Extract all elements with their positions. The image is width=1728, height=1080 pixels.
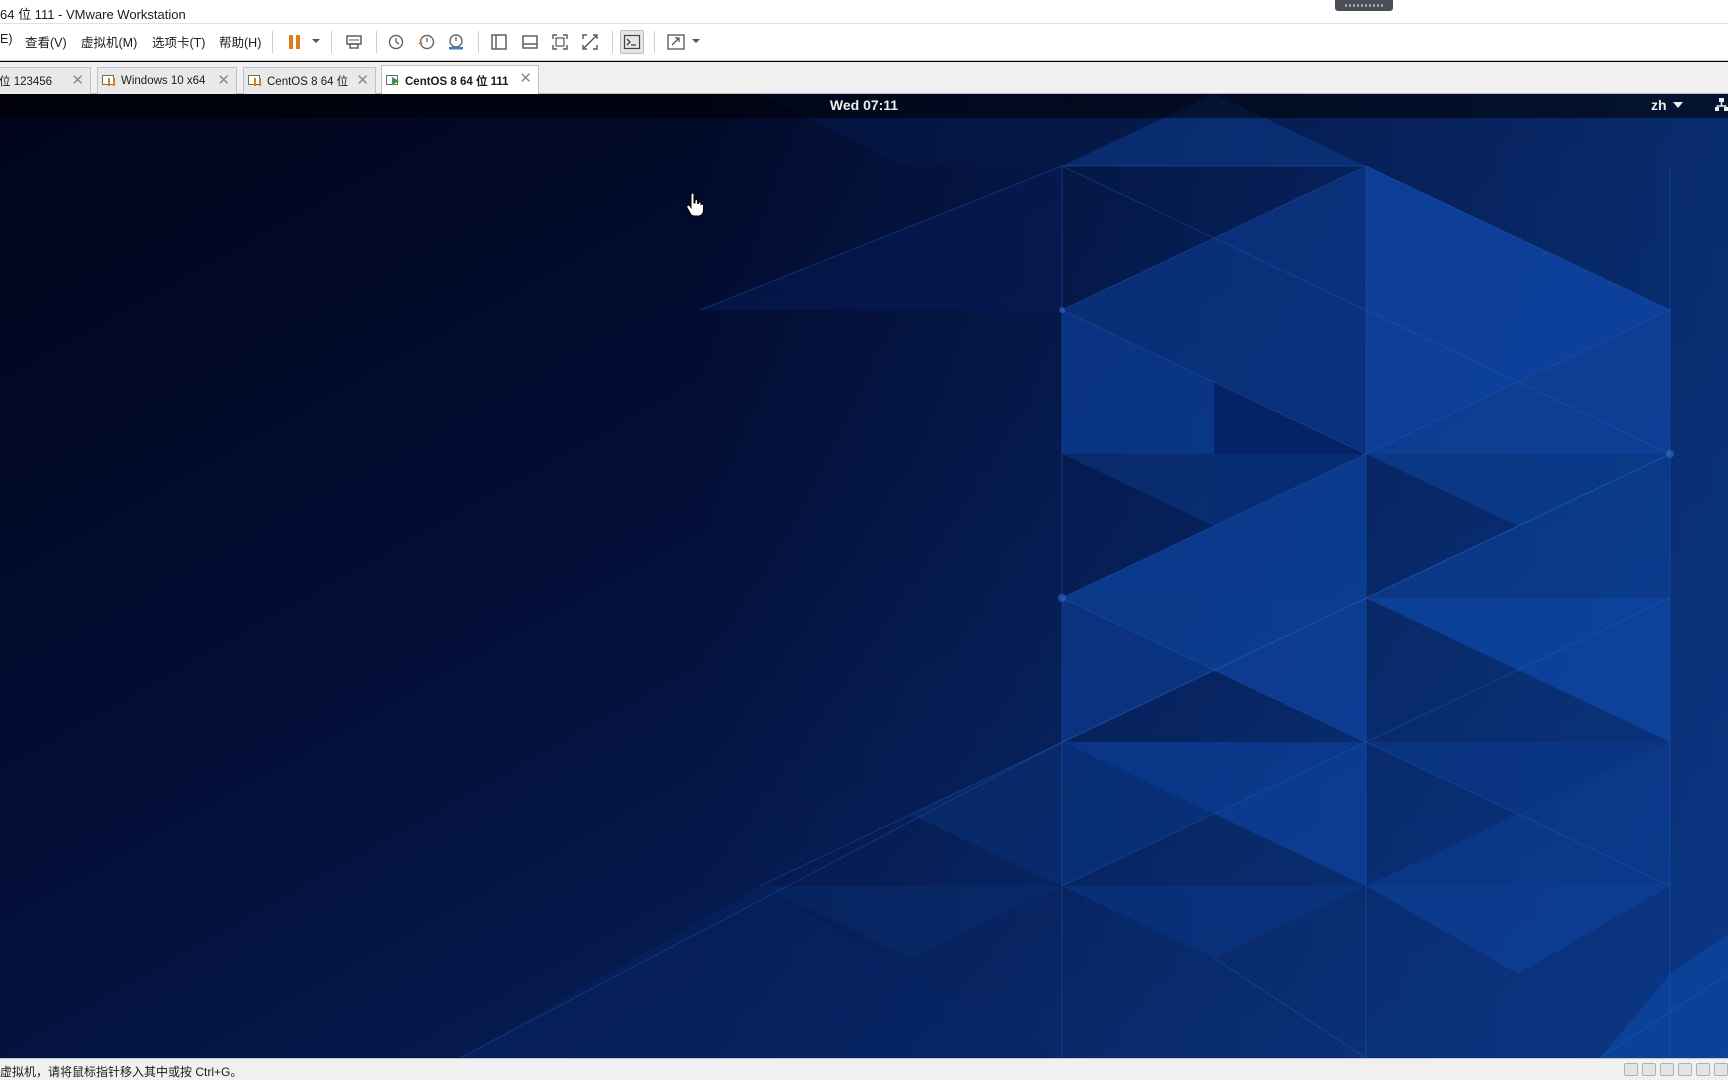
network-adapter-icon[interactable]	[1678, 1063, 1692, 1076]
close-icon[interactable]: ✕	[217, 72, 230, 90]
chevron-down-icon	[1672, 102, 1683, 108]
tab-label: Windows 10 x64	[121, 75, 206, 87]
tab-vm-123456[interactable]: 位 123456 ✕	[0, 67, 91, 94]
display-icon[interactable]	[1714, 1063, 1728, 1076]
toolbar-separator	[376, 31, 377, 53]
tab-windows-10-x64[interactable]: Windows 10 x64 ✕	[97, 67, 237, 94]
tab-label: 位 123456	[0, 76, 53, 88]
title-bar: 64 位 111 - VMware Workstation	[0, 0, 1728, 24]
hard-disk-icon[interactable]	[1624, 1063, 1638, 1076]
device-status-icons	[1624, 1063, 1728, 1076]
unity-icon[interactable]	[578, 30, 602, 54]
snapshot-icon[interactable]	[384, 30, 408, 54]
send-ctrl-alt-del-icon[interactable]	[342, 30, 366, 54]
close-icon[interactable]: ✕	[519, 70, 532, 88]
status-bar: 虚拟机，请将鼠标指针移入其中或按 Ctrl+G。	[0, 1058, 1728, 1080]
network-icon[interactable]	[1715, 98, 1728, 112]
centos-wallpaper	[0, 94, 1728, 1058]
fullscreen-toolbar-indicator[interactable]	[1335, 0, 1393, 11]
revert-snapshot-icon[interactable]	[414, 30, 438, 54]
floppy-icon[interactable]	[1660, 1063, 1674, 1076]
cd-rom-icon[interactable]	[1642, 1063, 1656, 1076]
toolbar-separator	[612, 31, 613, 53]
window-title: 64 位 111 - VMware Workstation	[0, 7, 186, 22]
menu-view[interactable]: 查看(V)	[25, 32, 67, 51]
tab-label: CentOS 8 64 位	[267, 76, 349, 88]
close-icon[interactable]: ✕	[71, 72, 84, 90]
pause-icon[interactable]	[283, 30, 307, 54]
tab-centos-8-64-111[interactable]: CentOS 8 64 位 111 ✕	[381, 65, 539, 95]
tab-centos-8-64[interactable]: CentOS 8 64 位 ✕	[243, 67, 376, 94]
menu-vm[interactable]: 虚拟机(M)	[81, 32, 137, 51]
toolbar-separator	[478, 31, 479, 53]
clock[interactable]: Wed 07:11	[0, 97, 1728, 113]
menu-toolbar: E) 查看(V) 虚拟机(M) 选项卡(T) 帮助(H)	[0, 24, 1728, 61]
gnome-top-bar: Wed 07:11 zh	[0, 94, 1728, 118]
stretch-dropdown-arrow-icon[interactable]	[692, 39, 700, 43]
vm-running-icon	[386, 74, 400, 87]
library-icon[interactable]	[487, 30, 511, 54]
full-screen-icon[interactable]	[548, 30, 572, 54]
menu-tabs[interactable]: 选项卡(T)	[152, 32, 205, 51]
console-view-icon[interactable]	[620, 30, 644, 54]
power-dropdown-arrow-icon[interactable]	[312, 39, 320, 43]
hand-cursor-icon	[686, 193, 704, 217]
status-message: 虚拟机，请将鼠标指针移入其中或按 Ctrl+G。	[0, 1065, 243, 1079]
vm-paused-icon	[102, 75, 116, 87]
snapshot-manager-icon[interactable]	[444, 30, 468, 54]
vm-tab-bar: 位 123456 ✕ Windows 10 x64 ✕ CentOS 8 64 …	[0, 62, 1728, 95]
toolbar-separator	[272, 31, 273, 53]
vm-paused-icon	[248, 75, 262, 87]
language-label: zh	[1651, 97, 1667, 113]
toolbar-separator	[654, 31, 655, 53]
usb-icon[interactable]	[1696, 1063, 1710, 1076]
vm-guest-display[interactable]: Wed 07:11 zh	[0, 94, 1728, 1058]
toolbar-separator	[331, 31, 332, 53]
stretch-icon[interactable]	[664, 30, 688, 54]
menu-help[interactable]: 帮助(H)	[219, 32, 261, 51]
input-language-selector[interactable]: zh	[1651, 97, 1683, 113]
menu-file[interactable]: E)	[0, 32, 13, 46]
thumbnail-bar-icon[interactable]	[518, 30, 542, 54]
close-icon[interactable]: ✕	[356, 72, 369, 90]
tab-label: CentOS 8 64 位 111	[405, 75, 509, 88]
